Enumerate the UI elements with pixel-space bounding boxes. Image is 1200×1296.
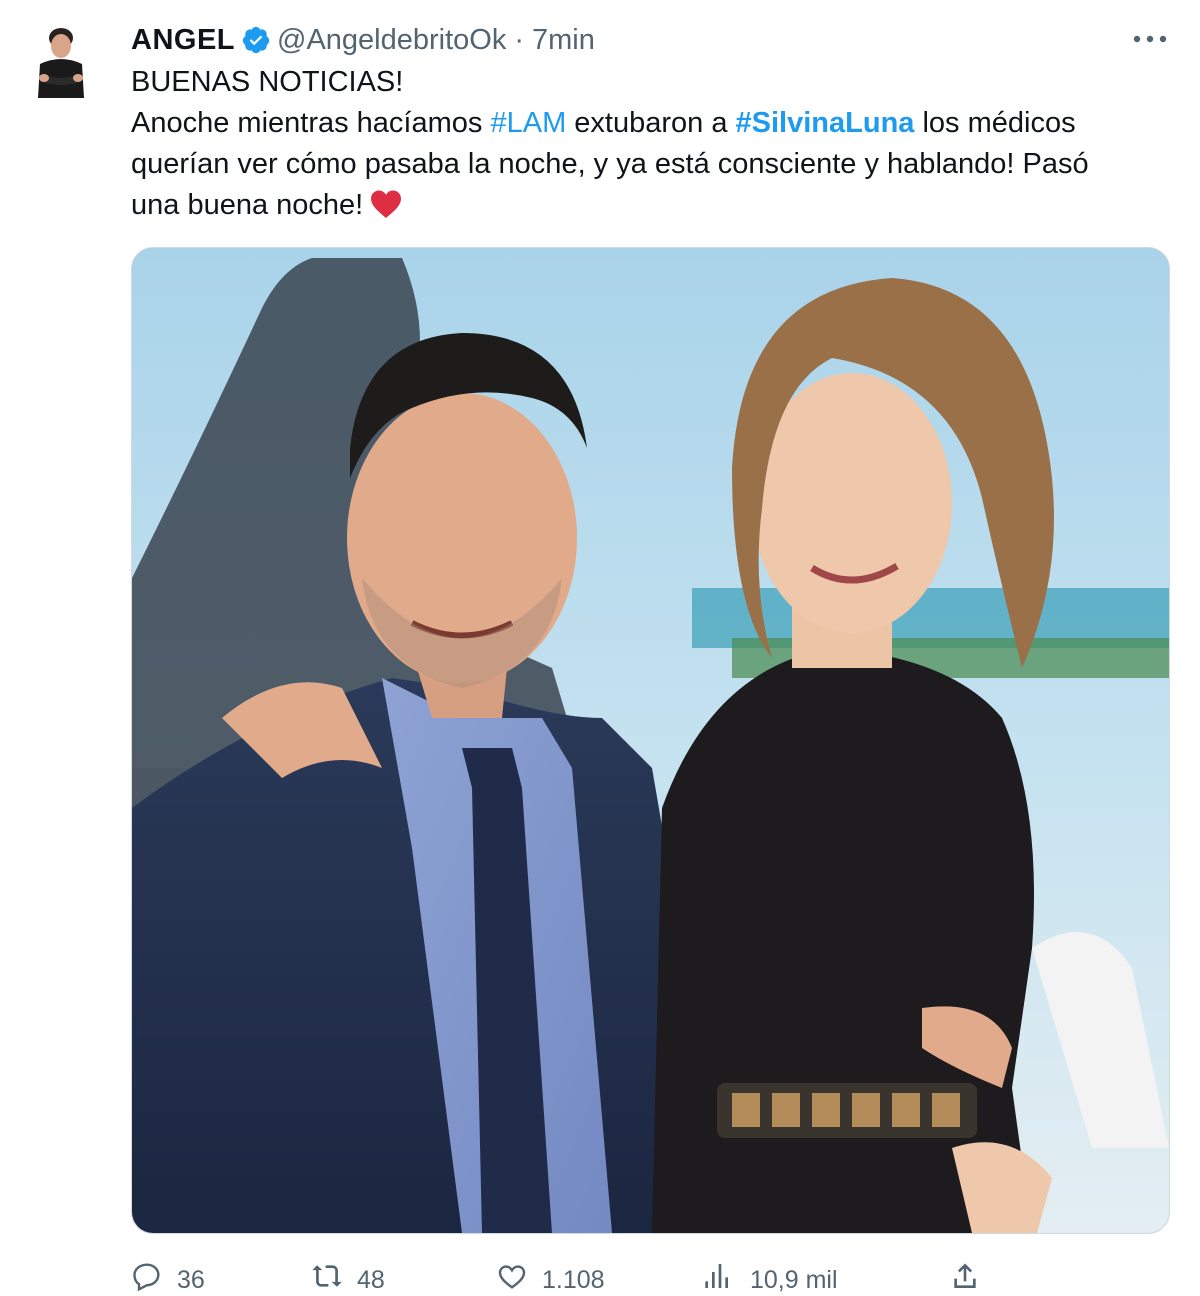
reply-count: 36 [177, 1266, 205, 1294]
tweet-text: BUENAS NOTICIAS! Anoche mientras hacíamo… [131, 62, 1171, 226]
share-button[interactable] [949, 1258, 995, 1290]
tweet-text-segment: los médicos [914, 107, 1076, 139]
tweet-line-4: una buena noche! [131, 185, 1171, 226]
display-name[interactable]: ANGEL [131, 24, 235, 57]
more-button[interactable] [1130, 24, 1170, 54]
tweet-line-3: querían ver cómo pasaba la noche, y ya e… [131, 148, 1089, 180]
tweet-line-1: BUENAS NOTICIAS! [131, 66, 404, 98]
more-horizontal-icon [1133, 35, 1167, 43]
retweet-count: 48 [357, 1266, 385, 1294]
heart-icon [498, 1265, 526, 1289]
tweet[interactable]: ANGEL @AngeldebritoOk · 7min BUENAS NOTI… [0, 0, 1200, 1294]
photo-image [132, 248, 1169, 1233]
separator: · [514, 23, 525, 56]
tweet-photo[interactable] [131, 247, 1170, 1234]
like-button[interactable]: 1.108 [496, 1258, 605, 1294]
red-heart-emoji-icon [369, 189, 403, 219]
tweet-text-segment: Anoche mientras hacíamos [131, 107, 491, 139]
tweet-line-2: Anoche mientras hacíamos #LAM extubaron … [131, 103, 1171, 144]
tweet-actions: 36 48 1.108 10,9 mil [131, 1258, 1168, 1294]
tweet-text-segment: una buena noche! [131, 189, 364, 221]
tweet-header: ANGEL @AngeldebritoOk · 7min [131, 20, 595, 60]
views-count: 10,9 mil [750, 1266, 838, 1294]
reply-button[interactable]: 36 [131, 1258, 205, 1294]
reply-icon [133, 1263, 160, 1292]
views-button[interactable]: 10,9 mil [704, 1258, 838, 1294]
verified-badge-icon [241, 25, 271, 55]
like-count: 1.108 [542, 1266, 605, 1294]
share-icon [954, 1263, 976, 1288]
tweet-text-segment: extubaron a [566, 107, 736, 139]
handle[interactable]: @AngeldebritoOk [277, 24, 506, 57]
hashtag-link-lam[interactable]: #LAM [490, 107, 566, 139]
profile-avatar-icon [28, 18, 96, 102]
retweet-icon [312, 1265, 342, 1287]
views-icon [705, 1264, 728, 1288]
hashtag-link-silvinaluna[interactable]: #SilvinaLuna [736, 107, 915, 139]
retweet-button[interactable]: 48 [311, 1258, 385, 1294]
avatar[interactable] [28, 18, 96, 102]
timestamp[interactable]: 7min [532, 24, 595, 57]
